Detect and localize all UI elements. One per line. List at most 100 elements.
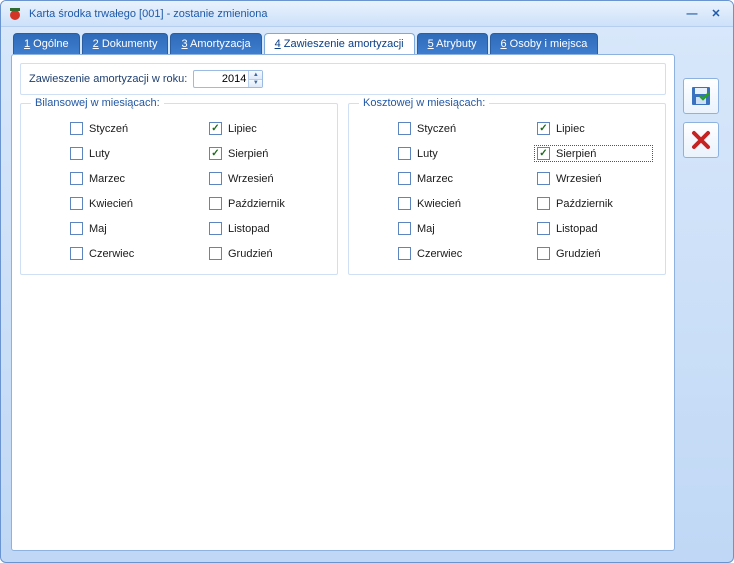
month-label: Listopad xyxy=(556,223,598,235)
koszt-month-marzec[interactable]: Marzec xyxy=(395,170,514,187)
checkbox-icon xyxy=(70,172,83,185)
checkbox-icon xyxy=(537,222,550,235)
close-window-button[interactable]: ✕ xyxy=(705,5,727,23)
tab-bar: 1 Ogólne2 Dokumenty3 Amortyzacja4 Zawies… xyxy=(1,27,733,54)
bilans-month-maj[interactable]: Maj xyxy=(67,220,186,237)
checkbox-icon xyxy=(398,247,411,260)
bilans-month-lipiec[interactable]: Lipiec xyxy=(206,120,325,137)
content-panel: Zawieszenie amortyzacji w roku: ▲ ▼ Bila… xyxy=(11,54,675,551)
checkbox-icon xyxy=(537,172,550,185)
tab-1[interactable]: 1 Ogólne xyxy=(13,33,80,54)
checkbox-icon xyxy=(209,247,222,260)
month-label: Luty xyxy=(417,148,438,160)
koszt-month-lipiec[interactable]: Lipiec xyxy=(534,120,653,137)
koszt-month-październik[interactable]: Październik xyxy=(534,195,653,212)
checkbox-icon xyxy=(70,122,83,135)
bilans-month-wrzesień[interactable]: Wrzesień xyxy=(206,170,325,187)
side-buttons xyxy=(683,54,723,551)
checkbox-icon xyxy=(209,222,222,235)
checkbox-icon xyxy=(537,147,550,160)
group-bilans-legend: Bilansowej w miesiącach: xyxy=(31,97,164,109)
window-title: Karta środka trwałego [001] - zostanie z… xyxy=(29,8,679,20)
month-label: Lipiec xyxy=(556,123,585,135)
month-label: Maj xyxy=(417,223,435,235)
months-grid-koszt: Styczeń Lipiec Luty Sierpień Marzec Wrzesień K… xyxy=(361,114,653,262)
window: Karta środka trwałego [001] - zostanie z… xyxy=(0,0,734,563)
tab-6[interactable]: 6 Osoby i miejsca xyxy=(490,33,599,54)
tab-4[interactable]: 4 Zawieszenie amortyzacji xyxy=(264,33,415,54)
koszt-month-kwiecień[interactable]: Kwiecień xyxy=(395,195,514,212)
koszt-month-listopad[interactable]: Listopad xyxy=(534,220,653,237)
group-koszt: Kosztowej w miesiącach: StyczeńLipiecLut… xyxy=(348,103,666,275)
bilans-month-sierpień[interactable]: Sierpień xyxy=(206,145,325,162)
bilans-month-styczeń[interactable]: Styczeń xyxy=(67,120,186,137)
checkbox-icon xyxy=(537,197,550,210)
bilans-month-październik[interactable]: Październik xyxy=(206,195,325,212)
month-label: Październik xyxy=(228,198,285,210)
checkbox-icon xyxy=(209,197,222,210)
koszt-month-sierpień[interactable]: Sierpień xyxy=(534,145,653,162)
month-label: Lipiec xyxy=(228,123,257,135)
titlebar: Karta środka trwałego [001] - zostanie z… xyxy=(1,1,733,27)
minimize-button[interactable]: — xyxy=(681,5,703,23)
koszt-month-wrzesień[interactable]: Wrzesień xyxy=(534,170,653,187)
x-icon xyxy=(691,130,711,150)
months-grid-bilans: Styczeń Lipiec Luty Sierpień Marzec Wrzesień K… xyxy=(33,114,325,262)
tab-2[interactable]: 2 Dokumenty xyxy=(82,33,169,54)
year-spin-buttons: ▲ ▼ xyxy=(248,71,262,87)
month-label: Grudzień xyxy=(556,248,601,260)
tab-3[interactable]: 3 Amortyzacja xyxy=(170,33,261,54)
group-bilans: Bilansowej w miesiącach: StyczeńLipiecLu… xyxy=(20,103,338,275)
tab-5[interactable]: 5 Atrybuty xyxy=(417,33,488,54)
checkbox-icon xyxy=(398,147,411,160)
month-label: Sierpień xyxy=(228,148,268,160)
month-label: Czerwiec xyxy=(89,248,134,260)
month-label: Luty xyxy=(89,148,110,160)
year-spinner: ▲ ▼ xyxy=(193,70,263,88)
month-label: Kwiecień xyxy=(417,198,461,210)
checkbox-icon xyxy=(70,222,83,235)
bilans-month-kwiecień[interactable]: Kwiecień xyxy=(67,195,186,212)
checkbox-icon xyxy=(398,172,411,185)
checkbox-icon xyxy=(209,122,222,135)
koszt-month-grudzień[interactable]: Grudzień xyxy=(534,245,653,262)
year-spin-up[interactable]: ▲ xyxy=(248,71,262,80)
checkbox-icon xyxy=(537,122,550,135)
checkbox-icon xyxy=(398,222,411,235)
bilans-month-listopad[interactable]: Listopad xyxy=(206,220,325,237)
group-koszt-legend: Kosztowej w miesiącach: xyxy=(359,97,489,109)
checkbox-icon xyxy=(398,197,411,210)
month-label: Wrzesień xyxy=(556,173,602,185)
year-spin-down[interactable]: ▼ xyxy=(248,80,262,88)
month-label: Sierpień xyxy=(556,148,596,160)
checkbox-icon xyxy=(70,147,83,160)
cancel-button[interactable] xyxy=(683,122,719,158)
month-label: Marzec xyxy=(417,173,453,185)
year-row: Zawieszenie amortyzacji w roku: ▲ ▼ xyxy=(20,63,666,95)
koszt-month-luty[interactable]: Luty xyxy=(395,145,514,162)
koszt-month-maj[interactable]: Maj xyxy=(395,220,514,237)
app-icon xyxy=(7,6,23,22)
month-label: Czerwiec xyxy=(417,248,462,260)
bilans-month-marzec[interactable]: Marzec xyxy=(67,170,186,187)
groups-row: Bilansowej w miesiącach: StyczeńLipiecLu… xyxy=(20,103,666,275)
save-button[interactable] xyxy=(683,78,719,114)
year-label: Zawieszenie amortyzacji w roku: xyxy=(29,73,187,85)
month-label: Styczeń xyxy=(417,123,456,135)
koszt-month-czerwiec[interactable]: Czerwiec xyxy=(395,245,514,262)
floppy-icon xyxy=(690,85,712,107)
bilans-month-czerwiec[interactable]: Czerwiec xyxy=(67,245,186,262)
checkbox-icon xyxy=(537,247,550,260)
month-label: Kwiecień xyxy=(89,198,133,210)
month-label: Październik xyxy=(556,198,613,210)
bilans-month-luty[interactable]: Luty xyxy=(67,145,186,162)
month-label: Grudzień xyxy=(228,248,273,260)
koszt-month-styczeń[interactable]: Styczeń xyxy=(395,120,514,137)
main-row: Zawieszenie amortyzacji w roku: ▲ ▼ Bila… xyxy=(1,54,733,561)
checkbox-icon xyxy=(70,197,83,210)
month-label: Marzec xyxy=(89,173,125,185)
checkbox-icon xyxy=(70,247,83,260)
month-label: Listopad xyxy=(228,223,270,235)
month-label: Wrzesień xyxy=(228,173,274,185)
bilans-month-grudzień[interactable]: Grudzień xyxy=(206,245,325,262)
